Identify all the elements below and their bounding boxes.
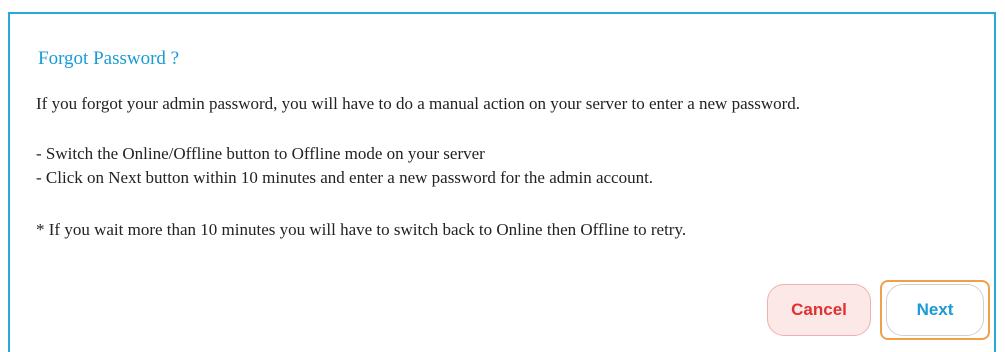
next-button[interactable]: Next: [886, 284, 984, 336]
retry-note: * If you wait more than 10 minutes you w…: [36, 220, 687, 239]
instruction-step: - Switch the Online/Offline button to Of…: [36, 144, 485, 163]
instruction-step: - Click on Next button within 10 minutes…: [36, 168, 654, 187]
dialog-title: Forgot Password ?: [38, 48, 180, 69]
forgot-password-dialog: Forgot Password ? If you forgot your adm…: [8, 12, 996, 352]
cancel-button[interactable]: Cancel: [767, 284, 871, 336]
intro-text: If you forgot your admin password, you w…: [36, 94, 801, 113]
instruction-list: - Switch the Online/Offline button to Of…: [36, 144, 653, 192]
next-button-focus-ring: Next: [880, 280, 990, 340]
